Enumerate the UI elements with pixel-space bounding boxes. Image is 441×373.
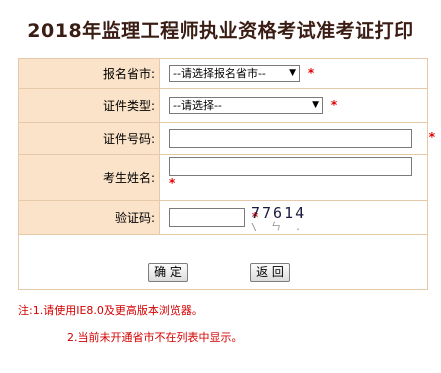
id-number-cell: * [159,122,435,155]
required-mark: * [428,130,435,144]
required-mark: * [307,66,315,80]
chevron-down-icon: ▼ [312,100,319,110]
login-form: 报名省市: --请选择报名省市-- ▼ * 证件类型: --请选择-- ▼ * … [18,58,435,290]
province-label: 报名省市: [18,58,160,89]
captcha-label: 验证码: [18,200,160,235]
id-type-cell: --请选择-- ▼ * [159,88,428,123]
province-select-value: --请选择报名省市-- [173,67,266,80]
page-title: 2018年监理工程师执业资格考试准考证打印 [27,20,414,42]
id-number-label: 证件号码: [18,122,160,155]
note-prefix: 注: [18,304,33,317]
back-button[interactable]: 返 回 [250,263,290,282]
button-row: 确 定 返 回 [18,234,428,290]
captcha-noise: \ ㄣ . [251,222,306,233]
id-number-input[interactable] [169,129,412,148]
required-mark: * [330,98,338,112]
notes: 注:1.请使用IE8.0及更高版本浏览器。 2.当前未开通省市不在列表中显示。 [18,302,243,345]
id-type-label: 证件类型: [18,88,160,123]
required-mark: * [169,176,176,190]
id-type-select-value: --请选择-- [173,99,222,112]
captcha-cell: * 77614 \ ㄣ . [159,200,428,235]
captcha-input[interactable] [169,208,245,227]
province-select[interactable]: --请选择报名省市-- ▼ [169,65,300,82]
id-type-select[interactable]: --请选择-- ▼ [169,97,323,114]
note-2-text: 2.当前未开通省市不在列表中显示。 [67,331,243,344]
chevron-down-icon: ▼ [289,68,296,78]
captcha-image[interactable]: 77614 \ ㄣ . [251,204,319,233]
province-cell: --请选择报名省市-- ▼ * [159,58,428,89]
name-label: 考生姓名: [18,154,160,201]
name-cell: * [159,154,428,201]
name-input[interactable] [169,157,412,176]
note-line-1: 注:1.请使用IE8.0及更高版本浏览器。 [18,302,243,318]
note-1-text: 1.请使用IE8.0及更高版本浏览器。 [32,304,203,317]
confirm-button[interactable]: 确 定 [148,263,188,282]
